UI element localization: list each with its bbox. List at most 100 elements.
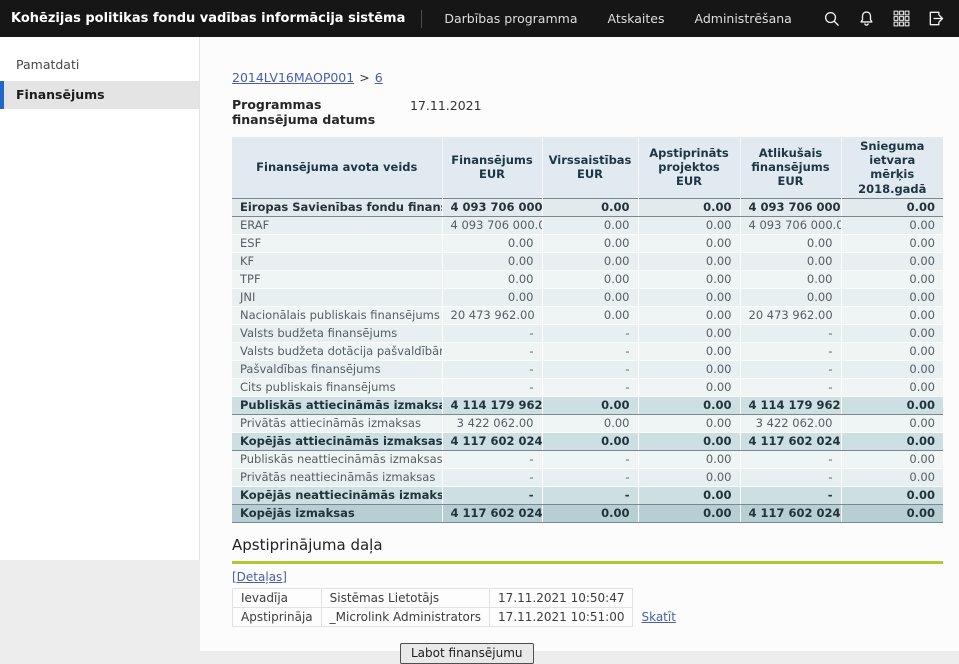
row-value: 0.00 bbox=[442, 271, 542, 289]
row-value: 0.00 bbox=[740, 271, 841, 289]
row-value: 0.00 bbox=[638, 361, 740, 379]
accent-divider bbox=[232, 561, 943, 564]
sidebar-item-finansejums[interactable]: Finansējums bbox=[0, 81, 199, 109]
row-value: 0.00 bbox=[841, 289, 943, 307]
row-value: 0.00 bbox=[638, 451, 740, 469]
row-value: 0.00 bbox=[638, 199, 740, 217]
row-value: 3 422 062.00 bbox=[740, 415, 841, 433]
table-row: Kopējās neattiecināmās izmaksas--0.00-0.… bbox=[232, 487, 943, 505]
row-label: Cits publiskais finansējums bbox=[232, 379, 442, 397]
row-value: 0.00 bbox=[638, 433, 740, 451]
row-value: 0.00 bbox=[638, 505, 740, 523]
row-label: Eiropas Savienības fondu finansējums bbox=[232, 199, 442, 217]
row-value: - bbox=[740, 361, 841, 379]
row-value: 0.00 bbox=[841, 415, 943, 433]
button-row: Labot finansējumu bbox=[232, 642, 943, 664]
row-value: 0.00 bbox=[542, 271, 638, 289]
row-value: - bbox=[740, 487, 841, 505]
row-value: 0.00 bbox=[638, 307, 740, 325]
row-value: 20 473 962.00 bbox=[442, 307, 542, 325]
row-value: 0.00 bbox=[638, 271, 740, 289]
row-value: 0.00 bbox=[841, 325, 943, 343]
row-value: 0.00 bbox=[841, 217, 943, 235]
row-value: 0.00 bbox=[638, 487, 740, 505]
row-label: Privātās attiecināmās izmaksas bbox=[232, 415, 442, 433]
finance-table-header-row: Finansējuma avota veidsFinansējums EURVi… bbox=[232, 137, 943, 199]
labot-finansejumu-button[interactable]: Labot finansējumu bbox=[400, 643, 534, 664]
logout-icon[interactable] bbox=[927, 9, 946, 28]
row-value: 4 117 602 024.00 bbox=[740, 433, 841, 451]
row-value: 4 114 179 962.00 bbox=[740, 397, 841, 415]
approval-heading: Apstiprinājuma daļa bbox=[232, 536, 959, 554]
table-row: Privātās neattiecināmās izmaksas--0.00-0… bbox=[232, 469, 943, 487]
row-value: 0.00 bbox=[841, 379, 943, 397]
row-label: Publiskās neattiecināmās izmaksas bbox=[232, 451, 442, 469]
row-value: 0.00 bbox=[740, 289, 841, 307]
row-value: 3 422 062.00 bbox=[442, 415, 542, 433]
search-icon[interactable] bbox=[822, 9, 841, 28]
row-value: - bbox=[740, 451, 841, 469]
app-title[interactable]: Kohēzijas politikas fondu vadības inform… bbox=[0, 11, 405, 26]
approval-table: Ievadīja Sistēmas Lietotājs 17.11.2021 1… bbox=[232, 588, 684, 627]
column-header: Snieguma ietvara mērķis 2018.gadā bbox=[841, 137, 943, 199]
row-value: 0.00 bbox=[841, 487, 943, 505]
approval-row-ievadija: Ievadīja Sistēmas Lietotājs 17.11.2021 1… bbox=[233, 589, 684, 608]
table-row: Kopējās izmaksas4 117 602 024.000.000.00… bbox=[232, 505, 943, 523]
table-row: Publiskās neattiecināmās izmaksas--0.00-… bbox=[232, 451, 943, 469]
finance-date-row: Programmas finansējuma datums 17.11.2021 bbox=[232, 97, 959, 128]
row-label: Kopējās izmaksas bbox=[232, 505, 442, 523]
row-value: - bbox=[542, 379, 638, 397]
row-value: 0.00 bbox=[442, 235, 542, 253]
table-row: Valsts budžeta dotācija pašvaldībām--0.0… bbox=[232, 343, 943, 361]
menu-item-darbibas-programma[interactable]: Darbības programma bbox=[444, 11, 577, 26]
breadcrumb-separator: > bbox=[359, 70, 369, 85]
approval-user: Sistēmas Lietotājs bbox=[321, 589, 489, 608]
finance-table-body: Eiropas Savienības fondu finansējums4 09… bbox=[232, 199, 943, 523]
table-row: Eiropas Savienības fondu finansējums4 09… bbox=[232, 199, 943, 217]
row-value: 0.00 bbox=[542, 199, 638, 217]
row-label: TPF bbox=[232, 271, 442, 289]
details-link[interactable]: [Detaļas] bbox=[232, 570, 287, 584]
row-value: - bbox=[442, 487, 542, 505]
topbar-divider bbox=[421, 10, 422, 28]
row-value: 0.00 bbox=[638, 217, 740, 235]
row-label: JNI bbox=[232, 289, 442, 307]
table-row: Cits publiskais finansējums--0.00-0.00 bbox=[232, 379, 943, 397]
row-value: - bbox=[740, 379, 841, 397]
row-value: 0.00 bbox=[841, 271, 943, 289]
row-value: 0.00 bbox=[542, 253, 638, 271]
approval-action: Ievadīja bbox=[233, 589, 322, 608]
row-value: 0.00 bbox=[638, 289, 740, 307]
row-value: - bbox=[740, 343, 841, 361]
skatit-link[interactable]: Skatīt bbox=[641, 610, 675, 624]
apps-grid-icon[interactable] bbox=[892, 9, 911, 28]
finance-date-value: 17.11.2021 bbox=[410, 97, 482, 128]
menu-item-administresana[interactable]: Administrēšana bbox=[695, 11, 792, 26]
breadcrumb: 2014LV16MAOP001 >6 bbox=[232, 70, 959, 85]
breadcrumb-program-link[interactable]: 2014LV16MAOP001 bbox=[232, 70, 354, 85]
menu-item-atskaites[interactable]: Atskaites bbox=[607, 11, 664, 26]
row-label: Valsts budžeta finansējums bbox=[232, 325, 442, 343]
row-value: - bbox=[542, 469, 638, 487]
row-value: 0.00 bbox=[638, 325, 740, 343]
row-value: 0.00 bbox=[841, 433, 943, 451]
bell-icon[interactable] bbox=[857, 9, 876, 28]
row-label: Kopējās neattiecināmās izmaksas bbox=[232, 487, 442, 505]
finance-date-label: Programmas finansējuma datums bbox=[232, 97, 397, 128]
row-value: 0.00 bbox=[442, 253, 542, 271]
row-value: - bbox=[442, 451, 542, 469]
approval-user: _Microlink Administrators bbox=[321, 608, 489, 627]
sidebar-item-pamatdati[interactable]: Pamatdati bbox=[0, 52, 199, 78]
row-value: - bbox=[542, 361, 638, 379]
row-value: - bbox=[740, 325, 841, 343]
breadcrumb-version-link[interactable]: 6 bbox=[375, 70, 383, 85]
column-header: Virssaistības EUR bbox=[542, 137, 638, 199]
row-value: 4 117 602 024.00 bbox=[442, 433, 542, 451]
row-value: 4 117 602 024.00 bbox=[442, 505, 542, 523]
topbar-icons bbox=[822, 9, 959, 28]
row-value: - bbox=[442, 325, 542, 343]
approval-section: Apstiprinājuma daļa [Detaļas] Ievadīja S… bbox=[232, 536, 959, 664]
row-value: 0.00 bbox=[841, 235, 943, 253]
approval-link-cell: Skatīt bbox=[633, 608, 684, 627]
column-header: Atlikušais finansējums EUR bbox=[740, 137, 841, 199]
